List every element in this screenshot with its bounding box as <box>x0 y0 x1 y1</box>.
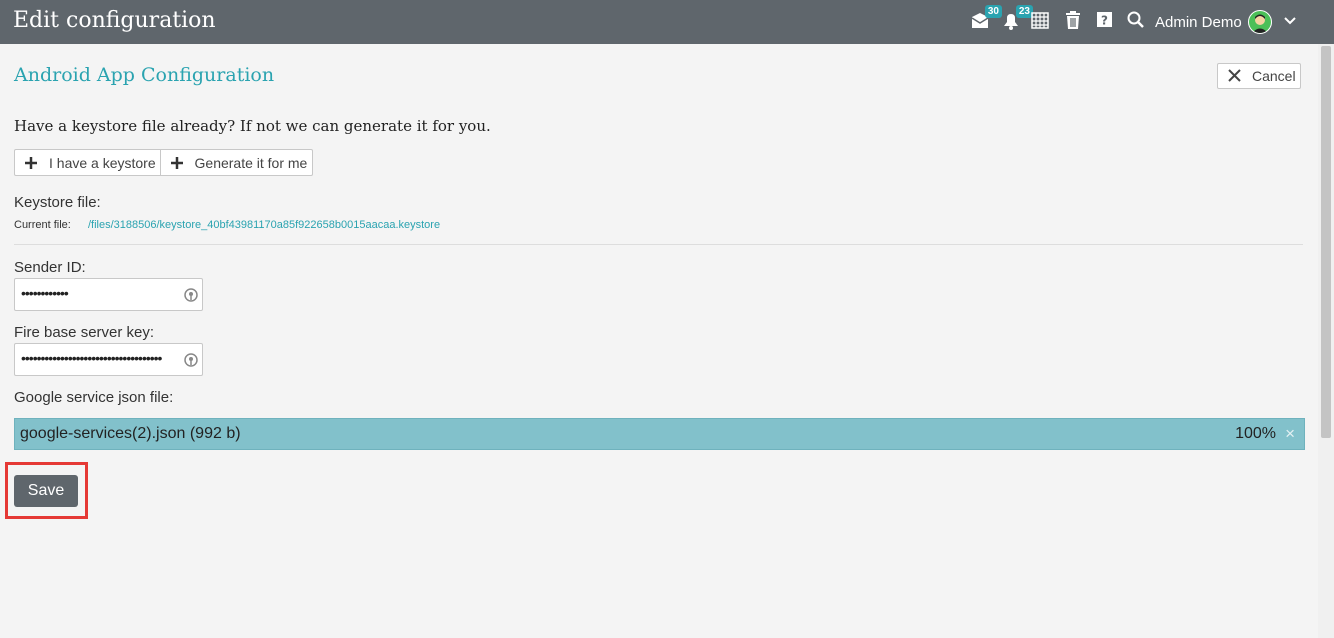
sender-id-label: Sender ID: <box>14 259 86 276</box>
uploaded-file-name: google-services(2).json (992 b) <box>20 425 241 442</box>
upload-percent: 100% <box>1235 425 1276 442</box>
plus-icon <box>25 156 37 172</box>
main-content: Android App Configuration Cancel Have a … <box>0 44 1318 638</box>
current-file-label: Current file: <box>14 219 71 231</box>
page-title: Android App Configuration <box>14 64 275 86</box>
messages-badge: 30 <box>984 5 1002 18</box>
window-title: Edit configuration <box>13 8 216 33</box>
scrollbar-thumb[interactable] <box>1321 46 1331 438</box>
keystore-file-label: Keystore file: <box>14 194 101 211</box>
help-icon[interactable]: ? <box>1096 11 1118 33</box>
user-name[interactable]: Admin Demo <box>1155 14 1242 31</box>
search-icon[interactable] <box>1127 11 1149 33</box>
remove-file-icon[interactable]: × <box>1285 424 1295 444</box>
google-json-label: Google service json file: <box>14 389 174 406</box>
keystore-question: Have a keystore file already? If not we … <box>14 117 491 135</box>
sender-id-value: •••••••••••• <box>21 285 69 301</box>
top-bar: Edit configuration 30 23 ? Admin Demo <box>0 0 1334 44</box>
firebase-key-field[interactable]: •••••••••••••••••••••••••••••••••••• <box>14 343 203 376</box>
sender-id-field[interactable]: •••••••••••• <box>14 278 203 311</box>
cancel-button[interactable]: Cancel <box>1217 63 1301 89</box>
plus-icon <box>170 156 183 172</box>
firebase-key-label: Fire base server key: <box>14 324 155 341</box>
save-button[interactable]: Save <box>14 475 78 507</box>
trash-icon[interactable] <box>1064 11 1086 33</box>
avatar[interactable] <box>1248 10 1272 34</box>
save-label: Save <box>27 482 65 499</box>
calendar-icon[interactable] <box>1031 11 1053 33</box>
notifications-icon[interactable]: 23 <box>1001 5 1033 33</box>
have-keystore-label: I have a keystore <box>49 155 156 171</box>
generate-keystore-label: Generate it for me <box>194 155 308 171</box>
messages-icon[interactable]: 30 <box>970 5 1002 33</box>
chevron-down-icon[interactable] <box>1283 14 1305 36</box>
password-manager-icon[interactable] <box>183 352 199 368</box>
upload-progress-bar: google-services(2).json (992 b) 100% × <box>14 418 1305 450</box>
firebase-key-value: •••••••••••••••••••••••••••••••••••• <box>21 350 162 366</box>
svg-text:?: ? <box>1101 14 1108 28</box>
close-icon <box>1228 69 1241 85</box>
current-file-link[interactable]: /files/3188506/keystore_40bf43981170a85f… <box>88 219 440 231</box>
divider <box>14 244 1303 245</box>
cancel-label: Cancel <box>1252 68 1296 84</box>
keystore-button-group: I have a keystore Generate it for me <box>14 149 313 176</box>
password-manager-icon[interactable] <box>183 287 199 303</box>
generate-keystore-button[interactable]: Generate it for me <box>161 150 312 175</box>
have-keystore-button[interactable]: I have a keystore <box>15 150 161 175</box>
